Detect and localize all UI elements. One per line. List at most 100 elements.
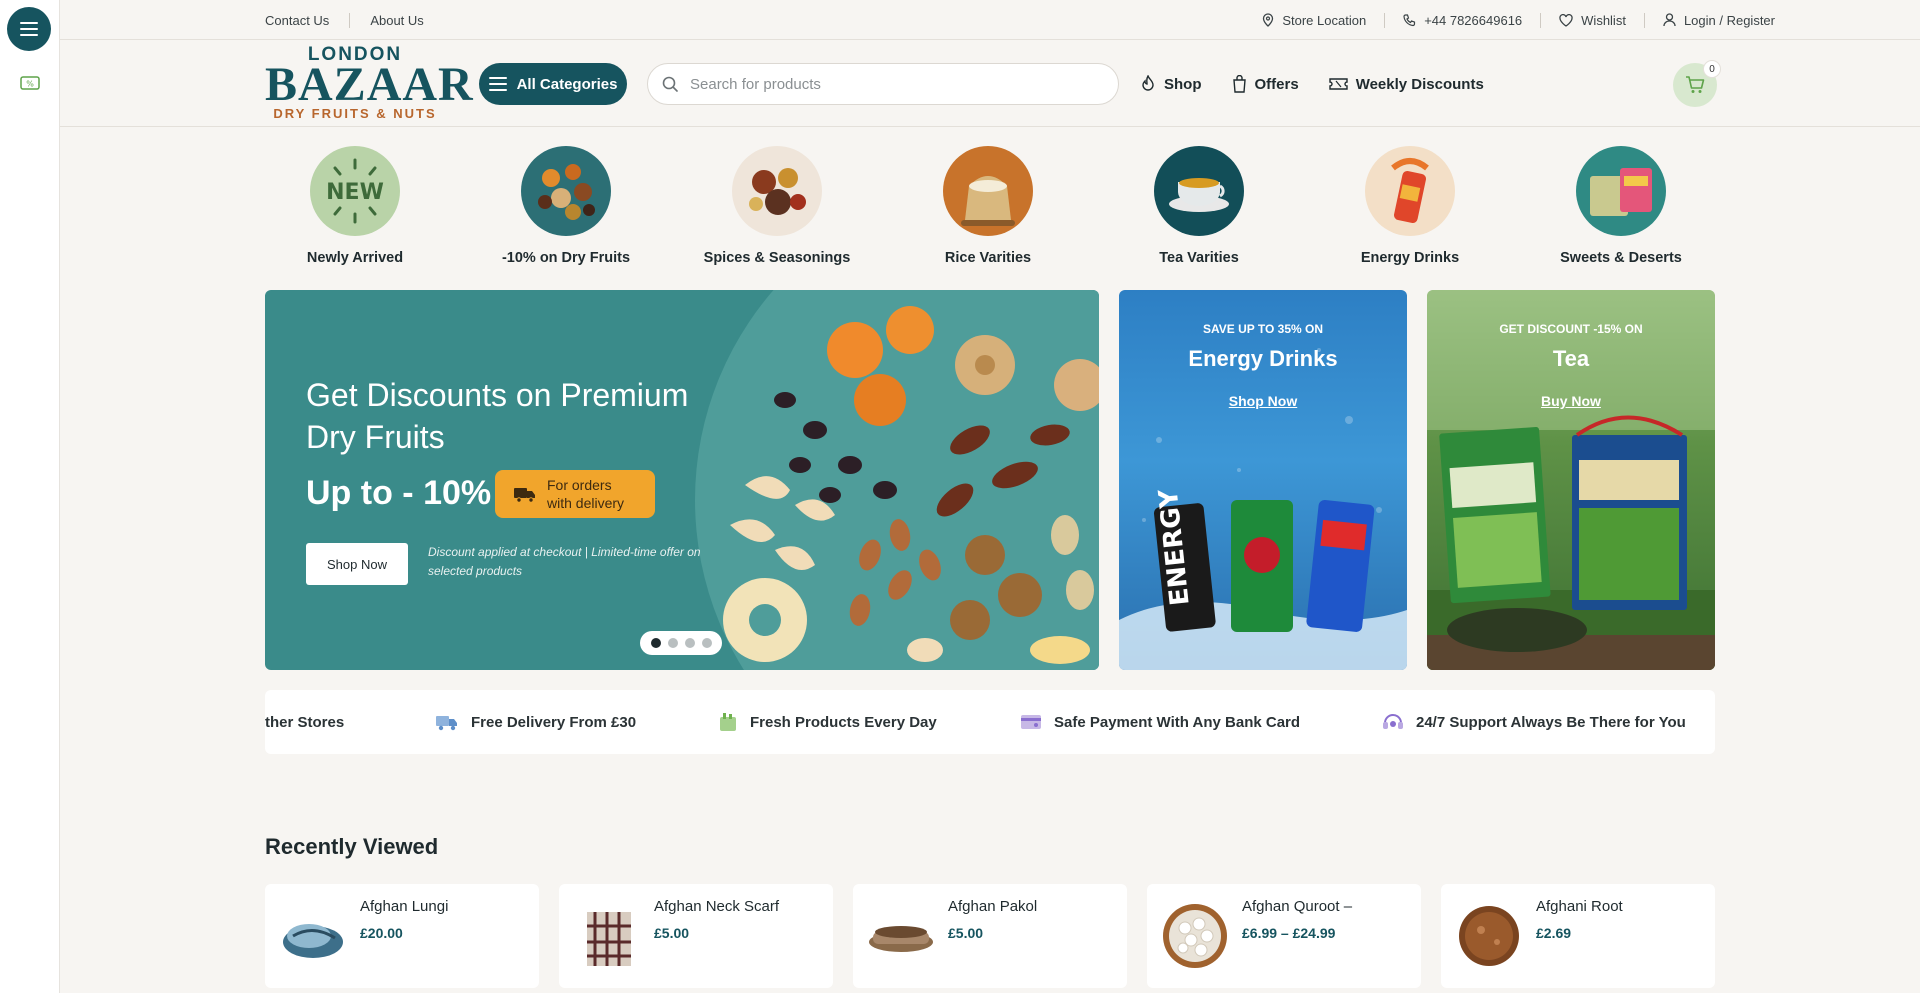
afghan-pakol-image (867, 902, 935, 970)
category-tea[interactable]: Tea Varities (1109, 146, 1289, 266)
feature-label: Fresh Products Every Day (750, 713, 937, 731)
spices-image (732, 146, 822, 236)
category-rice[interactable]: Rice Varities (898, 146, 1078, 266)
category-spices[interactable]: Spices & Seasonings (687, 146, 867, 266)
category-sweets[interactable]: Sweets & Deserts (1531, 146, 1711, 266)
rice-sack-image (943, 146, 1033, 236)
nav-shop[interactable]: Shop (1140, 75, 1202, 93)
promo-energy-drinks[interactable]: ENERGY SAVE UP TO 35% ON Energy Drinks S… (1119, 290, 1407, 670)
carousel-dot[interactable] (667, 638, 678, 648)
ticket-icon (1328, 78, 1348, 90)
hero-disclaimer: Discount applied at checkout | Limited-t… (428, 545, 701, 578)
main-header: LONDON BAZAAR DRY FRUITS & NUTS All Cate… (60, 41, 1920, 127)
promo-shop-now-link[interactable]: Shop Now (1119, 393, 1407, 409)
user-icon (1663, 13, 1676, 27)
search-input[interactable] (690, 75, 1090, 93)
carousel-dot[interactable] (684, 638, 695, 648)
login-link[interactable]: Login / Register (1645, 13, 1775, 28)
product-price: £6.99 – £24.99 (1242, 925, 1336, 941)
contact-us-link[interactable]: Contact Us (265, 12, 351, 28)
search-icon (662, 76, 678, 92)
feature-label: Safe Payment With Any Bank Card (1054, 713, 1301, 731)
product-price: £5.00 (654, 925, 690, 941)
shopping-bag-icon (1232, 75, 1246, 93)
nav-offers-label: Offers (1254, 75, 1299, 93)
afghani-root-image (1455, 902, 1523, 970)
hero-banner: Get Discounts on Premium Dry Fruits Up t… (265, 290, 1099, 670)
top-bar: Contact Us About Us Store Location +44 7… (60, 0, 1920, 40)
promo-kicker: GET DISCOUNT -15% ON (1499, 322, 1643, 336)
product-price: £20.00 (360, 925, 403, 941)
about-us-link[interactable]: About Us (350, 13, 443, 28)
phone-link[interactable]: +44 7826649616 (1385, 12, 1542, 28)
support-headset-icon (1383, 714, 1403, 729)
all-categories-label: All Categories (516, 75, 618, 93)
nav-weekly-discounts[interactable]: Weekly Discounts (1328, 75, 1484, 93)
category-label: Energy Drinks (1360, 250, 1460, 266)
cart-count-badge: 0 (1703, 60, 1721, 78)
store-location-label: Store Location (1282, 12, 1367, 28)
nav-weekly-discounts-label: Weekly Discounts (1355, 75, 1484, 93)
fresh-product-icon (720, 713, 736, 731)
feature-label: Free Delivery From £30 (471, 713, 637, 731)
delivery-badge-line-2: with delivery (547, 495, 625, 511)
store-location-link[interactable]: Store Location (1244, 12, 1386, 28)
energy-drink-image (1365, 146, 1455, 236)
category-label: Rice Varities (944, 250, 1032, 266)
category-dry-fruits[interactable]: -10% on Dry Fruits (476, 146, 656, 266)
flame-icon (1142, 75, 1154, 91)
feature-label: 24/7 Support Always Be There for You (1416, 713, 1686, 731)
afghan-quroot-image (1161, 902, 1229, 970)
logo-line-3: DRY FRUITS & NUTS (273, 106, 437, 121)
all-categories-button[interactable]: All Categories (479, 63, 627, 105)
category-newly-arrived[interactable]: NEW Newly Arrived (265, 146, 445, 266)
new-badge-icon: NEW (310, 146, 400, 236)
promo-tea[interactable]: GET DISCOUNT -15% ON Tea Buy Now (1427, 290, 1715, 670)
delivery-badge: For orders with delivery (495, 470, 655, 518)
feature-label: ther Stores (265, 713, 345, 731)
search-bar (647, 63, 1119, 105)
delivery-truck-icon (436, 716, 457, 731)
wishlist-link[interactable]: Wishlist (1541, 12, 1645, 28)
feature-item: ther Stores (265, 690, 344, 754)
category-energy-drinks[interactable]: Energy Drinks (1320, 146, 1500, 266)
login-label: Login / Register (1683, 12, 1775, 28)
nav-offers[interactable]: Offers (1232, 75, 1299, 93)
product-price: £2.69 (1536, 925, 1572, 941)
cart-icon (1686, 76, 1705, 93)
product-card[interactable]: Afghan Pakol £5.00 (853, 884, 1127, 988)
category-row: NEW Newly Arrived -10% on Dry Fruits Spi… (265, 146, 1715, 271)
side-rail: % (0, 0, 60, 993)
product-card[interactable]: Afghani Root £2.69 (1441, 884, 1715, 988)
carousel-dot[interactable] (650, 638, 661, 648)
delivery-truck-icon (514, 488, 535, 503)
features-strip: ther Stores Free Delivery From £30 Fresh… (265, 690, 1715, 754)
feature-item: Fresh Products Every Day (718, 690, 937, 754)
hero-discount: Up to - 10% (306, 474, 492, 512)
hero-shop-now-button[interactable]: Shop Now (306, 543, 408, 585)
carousel-dots (640, 631, 722, 655)
promo-buy-now-link[interactable]: Buy Now (1427, 393, 1715, 409)
hero-title: Get Discounts on Premium Dry Fruits (306, 377, 689, 455)
promo-kicker: SAVE UP TO 35% ON (1202, 322, 1324, 336)
category-label: Tea Varities (1159, 250, 1239, 266)
heart-icon (1559, 13, 1573, 27)
menu-button[interactable] (7, 7, 51, 51)
product-card[interactable]: Afghan Neck Scarf £5.00 (559, 884, 833, 988)
credit-card-icon (1021, 715, 1041, 729)
wishlist-label: Wishlist (1581, 12, 1626, 28)
promo-title: Energy Drinks (1188, 346, 1338, 371)
site-logo[interactable]: LONDON BAZAAR DRY FRUITS & NUTS (265, 45, 473, 125)
hamburger-icon (20, 22, 38, 36)
product-name: Afghan Pakol (948, 898, 1038, 915)
category-label: Sweets & Deserts (1560, 250, 1682, 266)
afghan-lungi-image (279, 902, 347, 970)
discount-ticket-icon[interactable]: % (20, 76, 40, 90)
product-card[interactable]: Afghan Quroot – £6.99 – £24.99 (1147, 884, 1421, 988)
location-pin-icon (1263, 13, 1274, 27)
category-label: Spices & Seasonings (703, 250, 851, 266)
category-label: -10% on Dry Fruits (501, 250, 631, 266)
carousel-dot[interactable] (701, 638, 712, 648)
product-card[interactable]: Afghan Lungi £20.00 (265, 884, 539, 988)
product-price: £5.00 (948, 925, 984, 941)
